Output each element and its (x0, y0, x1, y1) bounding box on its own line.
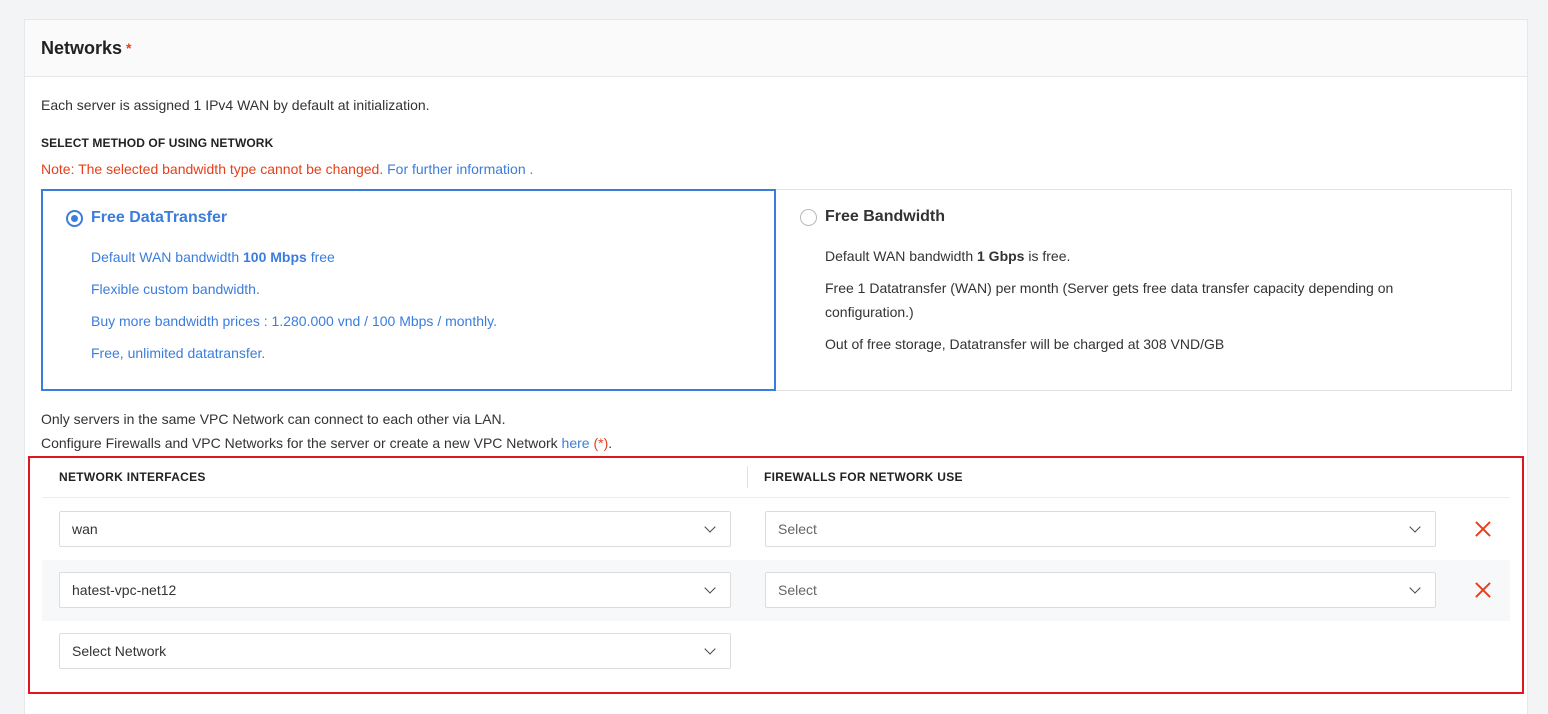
network-value: hatest-vpc-net12 (72, 582, 177, 598)
col-network-interfaces: NETWORK INTERFACES (59, 470, 206, 484)
col-firewalls: FIREWALLS FOR NETWORK USE (764, 470, 963, 484)
further-info-link[interactable]: For further information . (387, 161, 533, 177)
option-line: Free 1 Datatransfer (WAN) per month (Ser… (825, 280, 1394, 320)
required-mark: (*) (593, 435, 609, 451)
line-text: . (608, 435, 613, 451)
firewall-select[interactable]: Select (765, 572, 1436, 608)
select-network-dropdown[interactable]: Select Network (59, 633, 731, 669)
firewall-placeholder: Select (778, 521, 817, 537)
option-free-bandwidth[interactable]: Free Bandwidth Default WAN bandwidth 1 G… (776, 189, 1512, 391)
firewall-placeholder: Select (778, 582, 817, 598)
section-title: Networks (41, 37, 123, 58)
option-line: Default WAN bandwidth 100 Mbps free (91, 245, 335, 269)
vpc-info-line: Only servers in the same VPC Network can… (41, 411, 506, 427)
option-line: Flexible custom bandwidth. (91, 281, 260, 297)
option-line: Default WAN bandwidth 1 Gbps is free. (825, 244, 1465, 268)
network-select[interactable]: hatest-vpc-net12 (59, 572, 731, 608)
chevron-down-icon (704, 643, 716, 655)
vpc-config-line: Configure Firewalls and VPC Networks for… (41, 435, 612, 451)
option-free-datatransfer[interactable]: Free DataTransfer Default WAN bandwidth … (41, 189, 776, 391)
network-row: hatest-vpc-net12 Select (42, 560, 1510, 621)
radio-free-bandwidth[interactable] (800, 209, 817, 226)
line-text: Default WAN bandwidth (825, 248, 977, 264)
network-interfaces-panel: NETWORK INTERFACES FIREWALLS FOR NETWORK… (28, 456, 1524, 694)
select-network-placeholder: Select Network (72, 643, 167, 659)
line-text: free (306, 249, 335, 265)
line-text: Configure Firewalls and VPC Networks for… (41, 435, 562, 451)
line-text: is free. (1024, 248, 1071, 264)
option-title: Free Bandwidth (825, 208, 946, 225)
create-vpc-link[interactable]: here (562, 435, 590, 451)
chevron-down-icon (704, 582, 716, 594)
remove-row-icon[interactable] (1474, 581, 1492, 599)
intro-text: Each server is assigned 1 IPv4 WAN by de… (41, 97, 430, 113)
network-value: wan (72, 521, 98, 537)
bandwidth-value: 100 Mbps (243, 249, 307, 265)
note-text: Note: The selected bandwidth type cannot… (41, 161, 384, 177)
chevron-down-icon (1409, 582, 1421, 594)
network-row: wan Select (42, 499, 1510, 560)
bandwidth-note: Note: The selected bandwidth type cannot… (41, 161, 533, 177)
option-title: Free DataTransfer (91, 209, 228, 226)
option-line: Out of free storage, Datatransfer will b… (825, 336, 1225, 352)
remove-row-icon[interactable] (1474, 520, 1492, 538)
card-header: Networks * (25, 20, 1527, 77)
column-divider (747, 466, 748, 488)
network-select[interactable]: wan (59, 511, 731, 547)
radio-free-datatransfer[interactable] (66, 210, 83, 227)
new-network-row: Select Network (42, 621, 1510, 682)
firewall-select[interactable]: Select (765, 511, 1436, 547)
option-line: Free, unlimited datatransfer. (91, 345, 266, 361)
required-mark: * (126, 40, 132, 56)
chevron-down-icon (1409, 521, 1421, 533)
table-header: NETWORK INTERFACES FIREWALLS FOR NETWORK… (42, 458, 1510, 498)
bandwidth-value: 1 Gbps (977, 248, 1025, 264)
option-line: Buy more bandwidth prices : 1.280.000 vn… (91, 313, 497, 329)
line-text: Default WAN bandwidth (91, 249, 243, 265)
method-label: SELECT METHOD OF USING NETWORK (41, 136, 274, 150)
chevron-down-icon (704, 521, 716, 533)
